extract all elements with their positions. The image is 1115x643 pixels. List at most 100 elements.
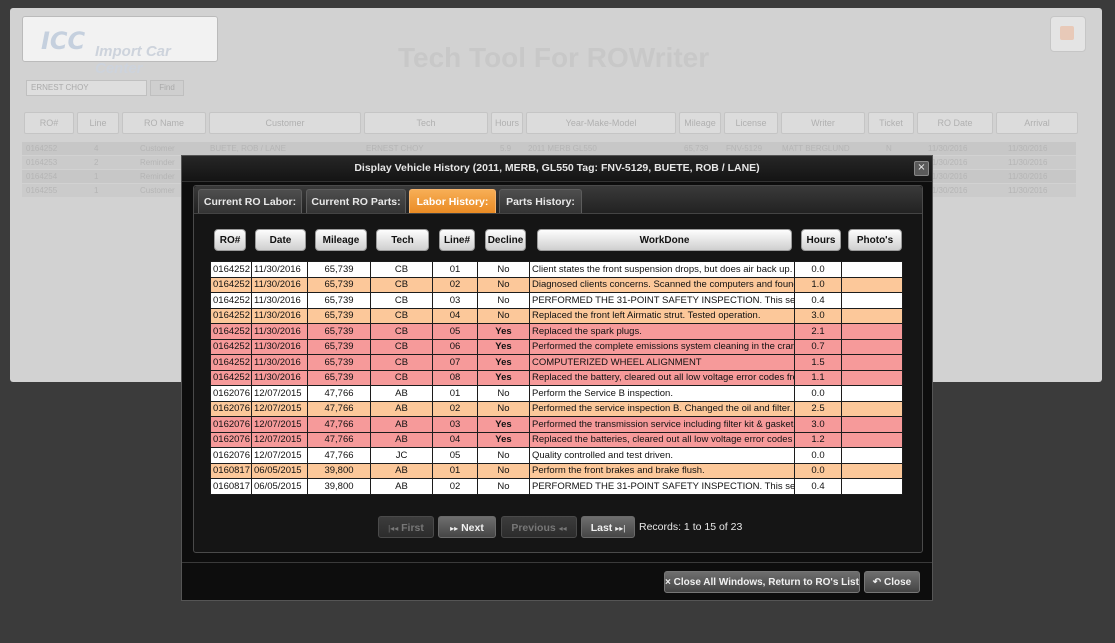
history-row[interactable]: 0162076 12/07/2015 47,766 AB 02 No Performed t… xyxy=(210,400,903,417)
tab-parts-history[interactable]: Parts History: xyxy=(499,189,582,213)
cell-line: 03 xyxy=(432,416,478,433)
history-row[interactable]: 0162076 12/07/2015 47,766 JC 05 No Quality con… xyxy=(210,447,903,464)
cell-tech: AB xyxy=(370,416,433,433)
bg-cell: 2 xyxy=(94,158,99,167)
bg-header-ymm[interactable]: Year-Make-Model xyxy=(526,112,676,134)
cell-decline: No xyxy=(477,261,530,278)
bg-cell: Customer xyxy=(140,144,175,153)
col-header-ro[interactable]: RO# xyxy=(214,229,246,251)
tab-current-ro-labor[interactable]: Current RO Labor: xyxy=(198,189,302,213)
bg-cell: 4 xyxy=(94,144,99,153)
dialog-titlebar[interactable]: Display Vehicle History (2011, MERB, GL5… xyxy=(182,156,932,182)
close-label: Close xyxy=(883,577,912,588)
close-icon[interactable]: × xyxy=(914,161,929,176)
cell-date: 12/07/2015 xyxy=(251,400,308,417)
history-row[interactable]: 0164252 11/30/2016 65,739 CB 02 No Diagnosed c… xyxy=(210,276,903,293)
cell-workdone: Client states the front suspension drops… xyxy=(529,261,795,278)
cell-ro: 0164252 xyxy=(210,292,252,309)
cell-workdone: Replaced the batteries, cleared out all … xyxy=(529,431,795,448)
dialog-footer: × Close All Windows, Return to RO's List… xyxy=(182,562,932,601)
cell-tech: CB xyxy=(370,323,433,340)
history-row[interactable]: 0164252 11/30/2016 65,739 CB 03 No PERFORMED T… xyxy=(210,292,903,309)
col-header-photos[interactable]: Photo's xyxy=(848,229,902,251)
search-input[interactable]: ERNEST CHOY xyxy=(26,80,147,96)
cell-date: 12/07/2015 xyxy=(251,431,308,448)
bg-header-hours[interactable]: Hours xyxy=(491,112,523,134)
bg-header-customer[interactable]: Customer xyxy=(209,112,361,134)
cell-line: 02 xyxy=(432,400,478,417)
history-row[interactable]: 0162076 12/07/2015 47,766 AB 04 Yes Replaced t… xyxy=(210,431,903,448)
bg-header-ticket[interactable]: Ticket xyxy=(868,112,914,134)
cell-workdone: PERFORMED THE 31-POINT SAFETY INSPECTION… xyxy=(529,292,795,309)
col-header-line[interactable]: Line# xyxy=(439,229,475,251)
history-row[interactable]: 0164252 11/30/2016 65,739 CB 06 Yes Performed … xyxy=(210,338,903,355)
history-row[interactable]: 0162076 12/07/2015 47,766 AB 03 Yes Performed … xyxy=(210,416,903,433)
bg-header-roname[interactable]: RO Name xyxy=(122,112,206,134)
cell-mileage: 65,739 xyxy=(307,354,371,371)
bg-header-line[interactable]: Line xyxy=(77,112,119,134)
cell-decline: No xyxy=(477,462,530,479)
close-button[interactable]: ↶ Close xyxy=(864,571,920,593)
tab-bar: Current RO Labor: Current RO Parts: Labo… xyxy=(194,186,922,214)
col-header-decline[interactable]: Decline xyxy=(485,229,526,251)
col-header-date[interactable]: Date xyxy=(255,229,306,251)
bg-cell: 0164253 xyxy=(26,158,58,167)
cell-date: 11/30/2016 xyxy=(251,369,308,386)
col-header-tech[interactable]: Tech xyxy=(376,229,429,251)
tab-labor-history[interactable]: Labor History: xyxy=(409,189,496,213)
close-all-icon: × xyxy=(665,577,671,588)
last-page-button[interactable]: Last ▸▸| xyxy=(581,516,635,538)
bg-cell: 11/30/2016 xyxy=(1008,144,1048,153)
close-all-windows-button[interactable]: × Close All Windows, Return to RO's List xyxy=(664,571,860,593)
cell-ro: 0162076 xyxy=(210,431,252,448)
cell-ro: 0164252 xyxy=(210,307,252,324)
col-header-hours[interactable]: Hours xyxy=(801,229,841,251)
app-icon[interactable] xyxy=(1050,16,1086,52)
history-row[interactable]: 0164252 11/30/2016 65,739 CB 08 Yes Replaced t… xyxy=(210,369,903,386)
bg-header-ro[interactable]: RO# xyxy=(24,112,74,134)
cell-photo xyxy=(841,385,903,402)
col-header-mileage[interactable]: Mileage xyxy=(315,229,367,251)
search-button[interactable]: Find xyxy=(150,80,184,96)
bg-header-writer[interactable]: Writer xyxy=(781,112,865,134)
history-row[interactable]: 0164252 11/30/2016 65,739 CB 04 No Replaced th… xyxy=(210,307,903,324)
previous-page-button[interactable]: Previous ◂◂ xyxy=(501,516,577,538)
history-row[interactable]: 0162076 12/07/2015 47,766 AB 01 No Perform the… xyxy=(210,385,903,402)
last-page-icon: ▸▸| xyxy=(615,524,626,533)
next-page-button[interactable]: ▸▸ Next xyxy=(438,516,496,538)
history-row[interactable]: 0164252 11/30/2016 65,739 CB 07 Yes COMPUTERIZ… xyxy=(210,354,903,371)
col-header-workdone[interactable]: WorkDone xyxy=(537,229,792,251)
bg-cell: 11/30/2016 xyxy=(928,144,968,153)
tab-current-ro-parts[interactable]: Current RO Parts: xyxy=(306,189,406,213)
bg-header-rodate[interactable]: RO Date xyxy=(917,112,993,134)
cell-hours: 0.7 xyxy=(794,338,842,355)
cell-tech: CB xyxy=(370,369,433,386)
cell-mileage: 47,766 xyxy=(307,385,371,402)
company-logo: ICC Import Car Center xyxy=(22,16,218,77)
cell-hours: 2.5 xyxy=(794,400,842,417)
cell-tech: CB xyxy=(370,261,433,278)
cell-ro: 0164252 xyxy=(210,261,252,278)
cell-mileage: 65,739 xyxy=(307,292,371,309)
cell-photo xyxy=(841,323,903,340)
bg-cell: Reminder xyxy=(140,158,175,167)
history-row[interactable]: 0164252 11/30/2016 65,739 CB 05 Yes Replaced t… xyxy=(210,323,903,340)
history-row[interactable]: 0160817 06/05/2015 39,800 AB 02 No PERFORMED T… xyxy=(210,478,903,495)
cell-photo xyxy=(841,462,903,479)
bg-header-arrival[interactable]: Arrival xyxy=(996,112,1078,134)
cell-date: 11/30/2016 xyxy=(251,261,308,278)
cell-ro: 0164252 xyxy=(210,323,252,340)
cell-mileage: 39,800 xyxy=(307,462,371,479)
first-page-button[interactable]: |◂◂ First xyxy=(378,516,434,538)
bg-list-row[interactable]: 0164252 4 Customer BUETE, ROB / LANE ERN… xyxy=(22,142,1076,155)
cell-line: 06 xyxy=(432,338,478,355)
bg-header-mileage[interactable]: Mileage xyxy=(679,112,721,134)
bg-cell: FNV-5129 xyxy=(726,144,763,153)
bg-cell: 0164255 xyxy=(26,186,58,195)
cell-decline: Yes xyxy=(477,369,530,386)
history-row[interactable]: 0160817 06/05/2015 39,800 AB 01 No Perform the… xyxy=(210,462,903,479)
history-row[interactable]: 0164252 11/30/2016 65,739 CB 01 No Client stat… xyxy=(210,261,903,278)
bg-header-tech[interactable]: Tech xyxy=(364,112,488,134)
bg-header-license[interactable]: License xyxy=(724,112,778,134)
cell-date: 06/05/2015 xyxy=(251,462,308,479)
